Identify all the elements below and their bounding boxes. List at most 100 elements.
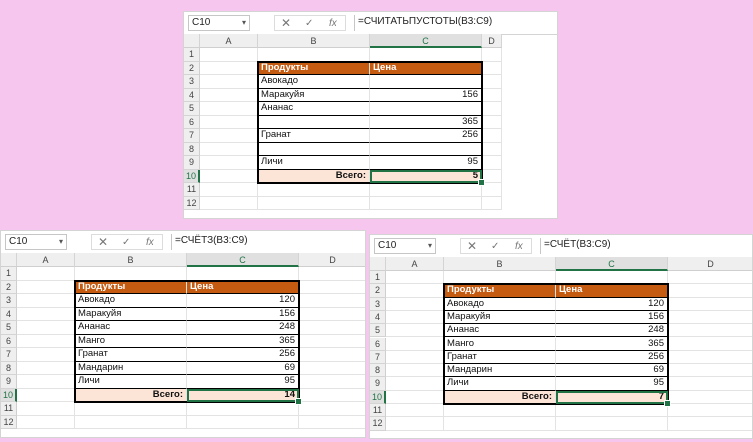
row-header[interactable]: 9 — [1, 375, 17, 389]
grid-cell[interactable] — [299, 321, 365, 335]
row-header[interactable]: 10 — [1, 388, 17, 402]
grid-cell[interactable] — [200, 48, 258, 62]
select-all-corner[interactable] — [1, 253, 17, 267]
grid-cell[interactable] — [482, 61, 502, 75]
grid-cell[interactable] — [17, 415, 75, 429]
product-cell[interactable]: Ананас — [258, 102, 370, 116]
column-header-a[interactable]: A — [200, 34, 258, 48]
column-header-c[interactable]: C — [187, 253, 299, 267]
row-header[interactable]: 5 — [1, 321, 17, 335]
row-header[interactable]: 11 — [184, 183, 200, 197]
fill-handle[interactable] — [664, 400, 671, 407]
grid-cell[interactable] — [668, 338, 752, 351]
grid-cell[interactable] — [482, 169, 502, 183]
grid-cell[interactable] — [299, 308, 365, 321]
table-header-product[interactable]: Продукты — [444, 284, 556, 298]
fill-handle[interactable] — [478, 179, 485, 186]
grid-cell[interactable] — [200, 129, 258, 143]
formula-input[interactable]: =СЧЁТ(B3:C9) — [540, 238, 752, 254]
grid-cell[interactable] — [299, 267, 365, 281]
product-cell[interactable] — [258, 142, 370, 156]
cancel-icon[interactable]: ✕ — [281, 16, 291, 30]
grid-cell[interactable] — [299, 402, 365, 416]
column-header-b[interactable]: B — [444, 257, 556, 271]
row-header[interactable]: 9 — [370, 377, 386, 391]
grid-cell[interactable] — [370, 48, 482, 62]
row-header[interactable]: 6 — [370, 337, 386, 351]
grid-cell[interactable] — [556, 271, 668, 285]
product-cell[interactable]: Гранат — [258, 129, 370, 143]
grid-cell[interactable] — [668, 377, 752, 391]
row-header[interactable]: 7 — [1, 348, 17, 362]
enter-check-icon[interactable]: ✓ — [122, 237, 130, 248]
product-cell[interactable]: Личи — [75, 375, 187, 389]
grid-cell[interactable] — [386, 271, 444, 285]
name-box[interactable]: C10 ▾ — [5, 234, 67, 250]
grid-cell[interactable] — [482, 196, 502, 210]
price-cell[interactable]: 256 — [370, 129, 482, 143]
grid-cell[interactable] — [668, 391, 752, 404]
grid-cell[interactable] — [200, 75, 258, 89]
grid-cell[interactable] — [17, 388, 75, 402]
chevron-down-icon[interactable]: ▾ — [242, 16, 246, 30]
product-cell[interactable]: Авокадо — [75, 294, 187, 308]
grid-cell[interactable] — [668, 311, 752, 325]
price-cell[interactable]: 120 — [187, 294, 299, 308]
grid-cell[interactable] — [299, 416, 365, 429]
insert-function-icon[interactable]: fx — [146, 237, 154, 248]
column-header-b[interactable]: B — [75, 253, 187, 267]
grid-cell[interactable] — [299, 362, 365, 375]
row-header[interactable]: 2 — [1, 280, 17, 294]
row-header[interactable]: 2 — [370, 284, 386, 298]
table-header-product[interactable]: Продукты — [258, 61, 370, 75]
grid-cell[interactable] — [482, 156, 502, 170]
row-header[interactable]: 12 — [1, 415, 17, 429]
price-cell[interactable] — [370, 75, 482, 89]
price-cell[interactable]: 156 — [556, 310, 668, 325]
name-box[interactable]: C10 ▾ — [374, 238, 436, 254]
grid-cell[interactable] — [299, 375, 365, 389]
grid-cell[interactable] — [482, 48, 502, 62]
insert-function-icon[interactable]: fx — [515, 241, 523, 252]
price-cell[interactable]: 365 — [370, 115, 482, 129]
grid-cell[interactable] — [200, 183, 258, 197]
product-cell[interactable]: Ананас — [75, 321, 187, 335]
row-header[interactable]: 3 — [184, 75, 200, 89]
grid-cell[interactable] — [17, 334, 75, 348]
product-cell[interactable]: Маракуйя — [75, 307, 187, 321]
grid-cell[interactable] — [482, 142, 502, 156]
grid-cell[interactable] — [200, 115, 258, 129]
column-header-d[interactable]: D — [668, 257, 752, 271]
grid-cell[interactable] — [200, 88, 258, 102]
grid-cell[interactable] — [386, 284, 444, 298]
column-header-a[interactable]: A — [17, 253, 75, 267]
grid-cell[interactable] — [258, 196, 370, 210]
column-header-b[interactable]: B — [258, 34, 370, 48]
grid-cell[interactable] — [200, 169, 258, 183]
grid-cell[interactable] — [75, 415, 187, 429]
product-cell[interactable]: Личи — [258, 156, 370, 170]
row-header[interactable]: 8 — [370, 364, 386, 378]
grid-cell[interactable] — [299, 294, 365, 308]
table-header-price[interactable]: Цена — [556, 284, 668, 298]
grid-cell[interactable] — [299, 335, 365, 348]
grid-cell[interactable] — [556, 417, 668, 431]
row-header[interactable]: 4 — [184, 88, 200, 102]
total-value-cell[interactable]: 7 — [556, 390, 668, 404]
column-header-d[interactable]: D — [299, 253, 365, 267]
product-cell[interactable] — [258, 115, 370, 129]
price-cell[interactable]: 156 — [370, 88, 482, 102]
grid-cell[interactable] — [370, 196, 482, 210]
row-header[interactable]: 10 — [184, 169, 200, 183]
price-cell[interactable]: 69 — [556, 364, 668, 378]
row-header[interactable]: 3 — [370, 297, 386, 311]
grid-cell[interactable] — [258, 48, 370, 62]
grid-cell[interactable] — [200, 102, 258, 116]
grid-cell[interactable] — [17, 267, 75, 281]
grid-cell[interactable] — [386, 324, 444, 338]
price-cell[interactable]: 95 — [370, 156, 482, 170]
grid-cell[interactable] — [200, 142, 258, 156]
grid-cell[interactable] — [386, 390, 444, 404]
row-header[interactable]: 1 — [370, 271, 386, 285]
grid-cell[interactable] — [299, 281, 365, 294]
